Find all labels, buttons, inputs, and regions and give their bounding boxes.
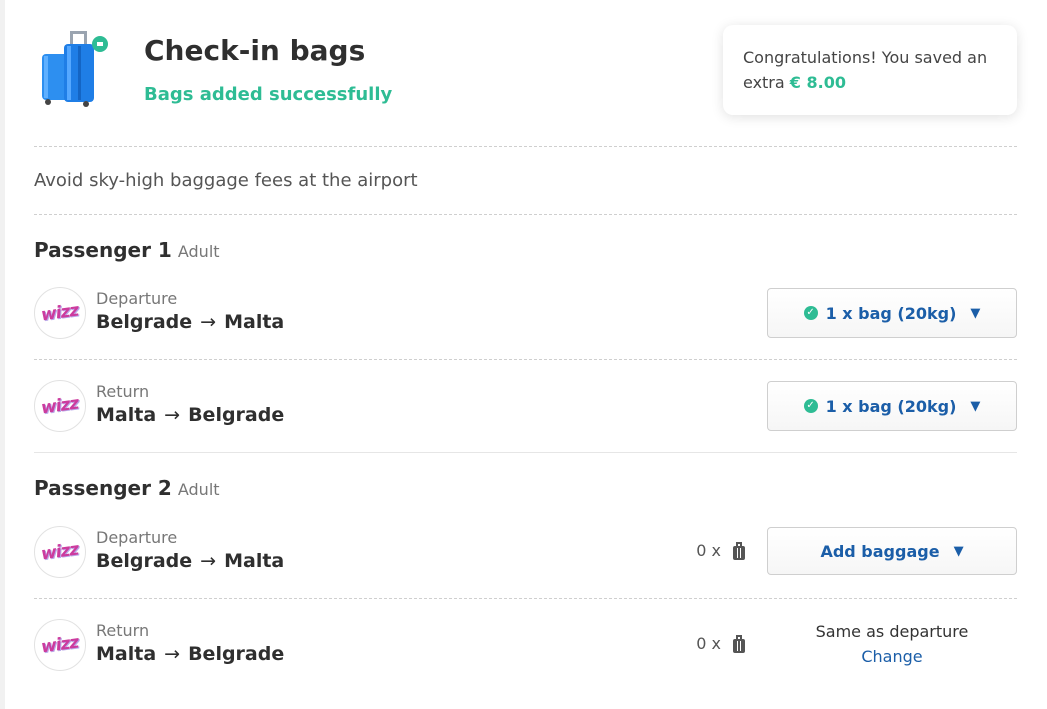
leg-row: wizz Return Malta → Belgrade ✓ 1 x bag (20… [34,376,1017,436]
savings-text: Congratulations! You saved an extra [743,48,988,92]
success-message: Bags added successfully [144,84,393,105]
same-as-departure-text: Same as departure [815,622,969,641]
bag-select-button[interactable]: ✓ 1 x bag (20kg) ▼ [767,288,1017,338]
divider [34,598,1017,599]
arrow-right-icon: → [164,404,181,426]
intro-text: Avoid sky-high baggage fees at the airpo… [34,170,418,191]
bag-select-label: 1 x bag (20kg) [825,303,957,323]
divider [34,214,1017,215]
divider [34,359,1017,360]
passenger-heading: Passenger 1 Adult [34,238,220,262]
chevron-down-icon: ▼ [970,398,981,414]
suitcase-icon [733,541,745,560]
chevron-down-icon: ▼ [970,305,981,321]
arrow-right-icon: → [164,643,181,665]
leg-row: wizz Return Malta → Belgrade 0 x Same as d… [34,615,1017,675]
leg-route: Belgrade → Malta [96,311,285,333]
header: Check-in bags Bags added successfully Co… [34,24,1017,146]
bag-select-button[interactable]: ✓ 1 x bag (20kg) ▼ [767,381,1017,431]
passenger-name: Passenger 1 [34,238,172,262]
leg-route: Malta → Belgrade [96,404,285,426]
savings-amount: € 8.00 [789,73,846,92]
bag-count: 0 x [696,541,745,560]
same-as-departure: Same as departure Change [767,619,1017,669]
savings-card: Congratulations! You saved an extra € 8.… [723,25,1017,115]
airline-logo: wizz [34,380,86,432]
suitcases-icon [42,31,108,107]
change-link[interactable]: Change [767,644,1017,669]
passenger-name: Passenger 2 [34,476,172,500]
check-circle-icon: ✓ [803,306,818,320]
arrow-right-icon: → [200,550,217,572]
leg-direction: Departure [96,289,178,308]
arrow-right-icon: → [200,311,217,333]
leg-route: Malta → Belgrade [96,643,285,665]
airline-logo: wizz [34,287,86,339]
passenger-type: Adult [177,242,220,261]
divider [34,146,1017,147]
passenger-type: Adult [177,480,220,499]
airline-logo: wizz [34,619,86,671]
leg-direction: Departure [96,528,178,547]
leg-row: wizz Departure Belgrade → Malta 0 x Add ba… [34,522,1017,582]
page-title: Check-in bags [144,34,366,67]
check-circle-icon: ✓ [803,399,818,413]
leg-direction: Return [96,621,150,640]
suitcase-icon [733,634,745,653]
add-baggage-label: Add baggage [820,541,940,561]
leg-route: Belgrade → Malta [96,550,285,572]
bag-count: 0 x [696,634,745,653]
leg-row: wizz Departure Belgrade → Malta ✓ 1 x bag … [34,283,1017,343]
leg-direction: Return [96,382,150,401]
divider [34,452,1017,453]
bag-select-label: 1 x bag (20kg) [825,396,957,416]
chevron-down-icon: ▼ [953,543,964,559]
airline-logo: wizz [34,526,86,578]
passenger-heading: Passenger 2 Adult [34,476,220,500]
add-baggage-button[interactable]: Add baggage ▼ [767,527,1017,575]
left-edge-rule [0,0,5,709]
